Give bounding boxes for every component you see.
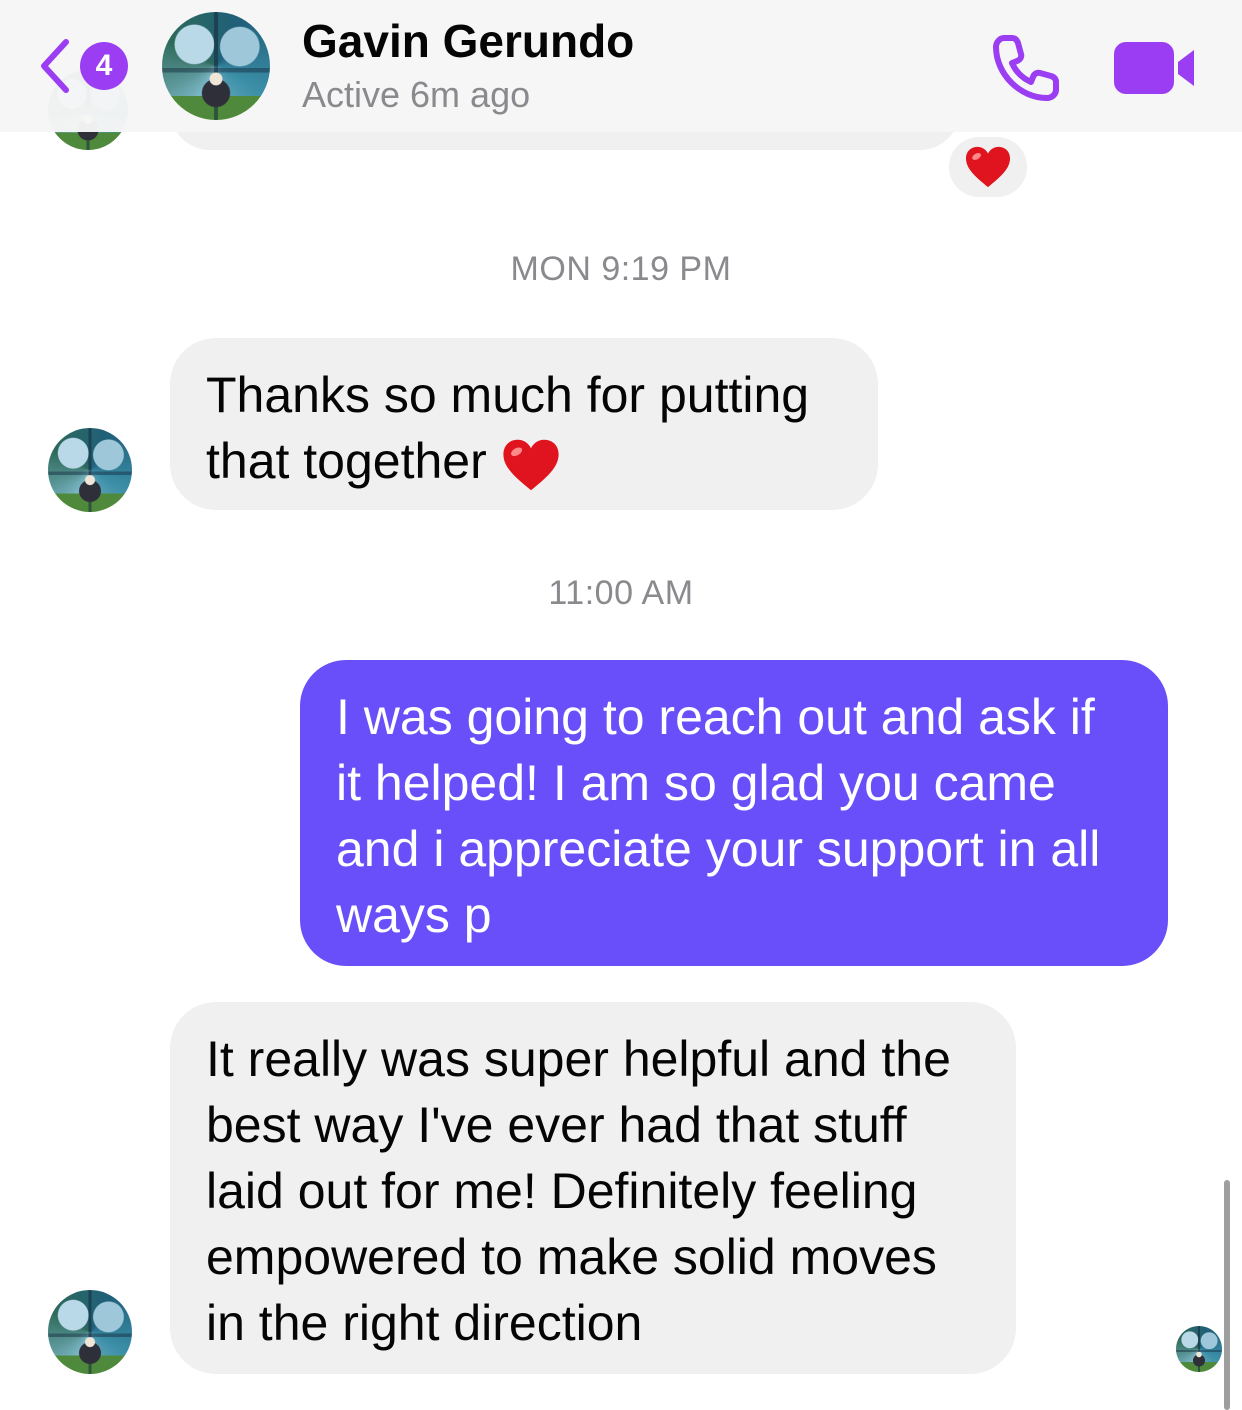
conversation-header: 4 Gavin Gerundo Active 6m ago	[0, 0, 1242, 132]
message-text: It really was super helpful and the	[206, 1031, 951, 1087]
message-text: that together	[206, 428, 842, 494]
red-heart-icon	[966, 146, 1010, 188]
video-call-button[interactable]	[1112, 38, 1198, 98]
message-text: laid out for me! Definitely feeling	[206, 1163, 918, 1219]
phone-icon	[993, 35, 1059, 101]
message-text: empowered to make solid moves	[206, 1229, 937, 1285]
timestamp-divider: MON 9:19 PM	[510, 250, 732, 288]
sender-avatar[interactable]	[48, 428, 132, 512]
sender-avatar[interactable]	[48, 1290, 132, 1374]
chevron-left-icon	[41, 39, 69, 93]
back-button[interactable]: 4	[34, 36, 134, 96]
scrollbar[interactable]	[1224, 1180, 1230, 1410]
message-text: best way I've ever had that stuff	[206, 1097, 907, 1153]
video-camera-icon	[1114, 42, 1194, 94]
unread-count-badge: 4	[80, 42, 128, 90]
message-text: Thanks so much for putting	[206, 367, 810, 423]
read-receipt-avatar	[1176, 1326, 1222, 1372]
message-text: and i appreciate your support in all	[336, 821, 1101, 877]
contact-name[interactable]: Gavin Gerundo	[302, 14, 634, 68]
red-heart-icon	[503, 439, 559, 490]
reaction-badge[interactable]	[946, 134, 1030, 200]
audio-call-button[interactable]	[990, 32, 1062, 104]
timestamp-divider: 11:00 AM	[548, 574, 694, 612]
contact-status: Active 6m ago	[302, 74, 531, 115]
contact-avatar[interactable]	[162, 12, 270, 120]
message-text: ways p	[336, 887, 492, 943]
message-text: I was going to reach out and ask if	[336, 689, 1095, 745]
outgoing-message-bubble[interactable]: I was going to reach out and ask if it h…	[300, 660, 1168, 966]
incoming-message-bubble[interactable]: It really was super helpful and the best…	[170, 1002, 1016, 1374]
message-text: in the right direction	[206, 1295, 643, 1351]
message-text: it helped! I am so glad you came	[336, 755, 1056, 811]
incoming-message-bubble[interactable]: Thanks so much for putting that together	[170, 338, 878, 510]
